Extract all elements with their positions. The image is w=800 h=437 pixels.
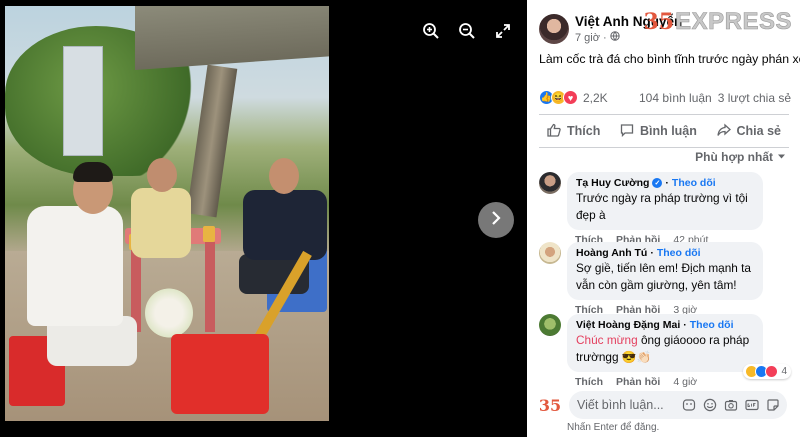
post-stats: 👍 😆 ♥ 2,2K 104 bình luận 3 lượt chia sẻ — [539, 90, 791, 105]
shares-count[interactable]: 3 lượt chia sẻ — [718, 91, 791, 105]
my-avatar[interactable]: 35 — [539, 394, 561, 416]
post-time[interactable]: 7 giờ — [575, 32, 600, 44]
globe-icon — [609, 31, 620, 44]
chevron-right-icon — [489, 210, 503, 230]
photo-post-page: Việt Anh Nguyễn 7 giờ · 35 EXPRESS Làm c… — [0, 0, 800, 437]
follow-link[interactable]: Theo dõi — [690, 319, 734, 331]
sort-label: Phù hợp nhất — [695, 150, 773, 164]
thumbs-up-icon — [547, 123, 561, 140]
reactions-count[interactable]: 2,2K — [583, 91, 608, 105]
camera-icon[interactable] — [723, 397, 739, 413]
sticker-icon[interactable] — [765, 397, 781, 413]
commenter-avatar[interactable] — [539, 242, 561, 264]
comments-count[interactable]: 104 bình luận — [639, 91, 712, 105]
post-photo — [5, 6, 329, 421]
follow-link[interactable]: Theo dõi — [657, 247, 701, 259]
share-button[interactable]: Chia sẻ — [709, 123, 789, 140]
love-reaction-icon: ♥ — [563, 90, 578, 105]
comment-button[interactable]: Bình luận — [612, 123, 705, 140]
comment-reply-link[interactable]: Phản hồi — [616, 376, 660, 388]
comment-icon — [620, 123, 634, 140]
comment-sort-dropdown[interactable]: Phù hợp nhất — [695, 150, 786, 164]
comment-input[interactable] — [577, 398, 681, 412]
comment-text: Chúc mừng ông giáoooo ra pháp trườngg 😎👏… — [576, 332, 754, 366]
logo-mark: 35 — [643, 9, 675, 35]
follow-link[interactable]: Theo dõi — [672, 177, 716, 189]
photo-viewer — [0, 0, 527, 437]
post-actions: Thích Bình luận Chia sẻ — [539, 114, 789, 148]
logo-word: EXPRESS — [675, 8, 792, 36]
author-avatar[interactable] — [539, 14, 569, 44]
like-button[interactable]: Thích — [539, 123, 608, 140]
brand-watermark: 35 EXPRESS — [643, 8, 792, 36]
like-label: Thích — [567, 124, 601, 138]
share-icon — [716, 123, 731, 140]
zoom-in-icon[interactable] — [420, 20, 442, 42]
comment-item: Tạ Huy Cường ✓ · Theo dõi Trước ngày ra … — [539, 172, 763, 246]
next-photo-button[interactable] — [478, 202, 514, 238]
comment-bubble: Hoàng Anh Tú · Theo dõi Sợ giề, tiến lên… — [567, 242, 763, 300]
commenter-avatar[interactable] — [539, 314, 561, 336]
comment-item: Hoàng Anh Tú · Theo dõi Sợ giề, tiến lên… — [539, 242, 763, 316]
comment-time[interactable]: 4 giờ — [673, 376, 697, 388]
share-label: Chia sẻ — [736, 124, 781, 138]
commenter-name[interactable]: Hoàng Anh Tú — [576, 247, 647, 259]
gif-icon[interactable] — [744, 397, 760, 413]
composer-hint: Nhấn Enter để đăng. — [567, 422, 660, 433]
comment-text: Sợ giề, tiến lên em! Địch mạnh ta vẫn cò… — [576, 261, 751, 292]
comment-composer: 35 — [539, 391, 787, 419]
comment-reaction-summary[interactable]: 4 — [743, 364, 791, 379]
comment-text: Trước ngày ra pháp trường vì tội đẹp à — [576, 191, 748, 222]
love-reaction-icon — [765, 365, 779, 378]
comment-item: Việt Hoàng Đặng Mai · Theo dõi Chúc mừng… — [539, 314, 791, 388]
zoom-out-icon[interactable] — [456, 20, 478, 42]
commenter-name[interactable]: Việt Hoàng Đặng Mai — [576, 319, 680, 331]
caret-down-icon — [777, 150, 786, 164]
comment-input-box — [569, 391, 787, 419]
post-caption: Làm cốc trà đá cho bình tĩnh trước ngày … — [539, 52, 800, 66]
post-sidebar: Việt Anh Nguyễn 7 giờ · 35 EXPRESS Làm c… — [527, 0, 800, 437]
comment-bubble: Tạ Huy Cường ✓ · Theo dõi Trước ngày ra … — [567, 172, 763, 230]
reaction-summary[interactable]: 👍 😆 ♥ — [539, 90, 578, 105]
comment-highlight-text: Chúc mừng — [576, 333, 638, 347]
comment-label: Bình luận — [639, 124, 697, 138]
commenter-avatar[interactable] — [539, 172, 561, 194]
comment-reaction-count: 4 — [781, 366, 787, 377]
commenter-name[interactable]: Tạ Huy Cường — [576, 177, 649, 189]
verified-badge-icon: ✓ — [652, 178, 663, 188]
fullscreen-icon[interactable] — [492, 20, 514, 42]
avatar-sticker-icon[interactable] — [681, 397, 697, 413]
emoji-icon[interactable] — [702, 397, 718, 413]
comment-like-link[interactable]: Thích — [575, 376, 603, 388]
comment-bubble: Việt Hoàng Đặng Mai · Theo dõi Chúc mừng… — [567, 314, 763, 372]
